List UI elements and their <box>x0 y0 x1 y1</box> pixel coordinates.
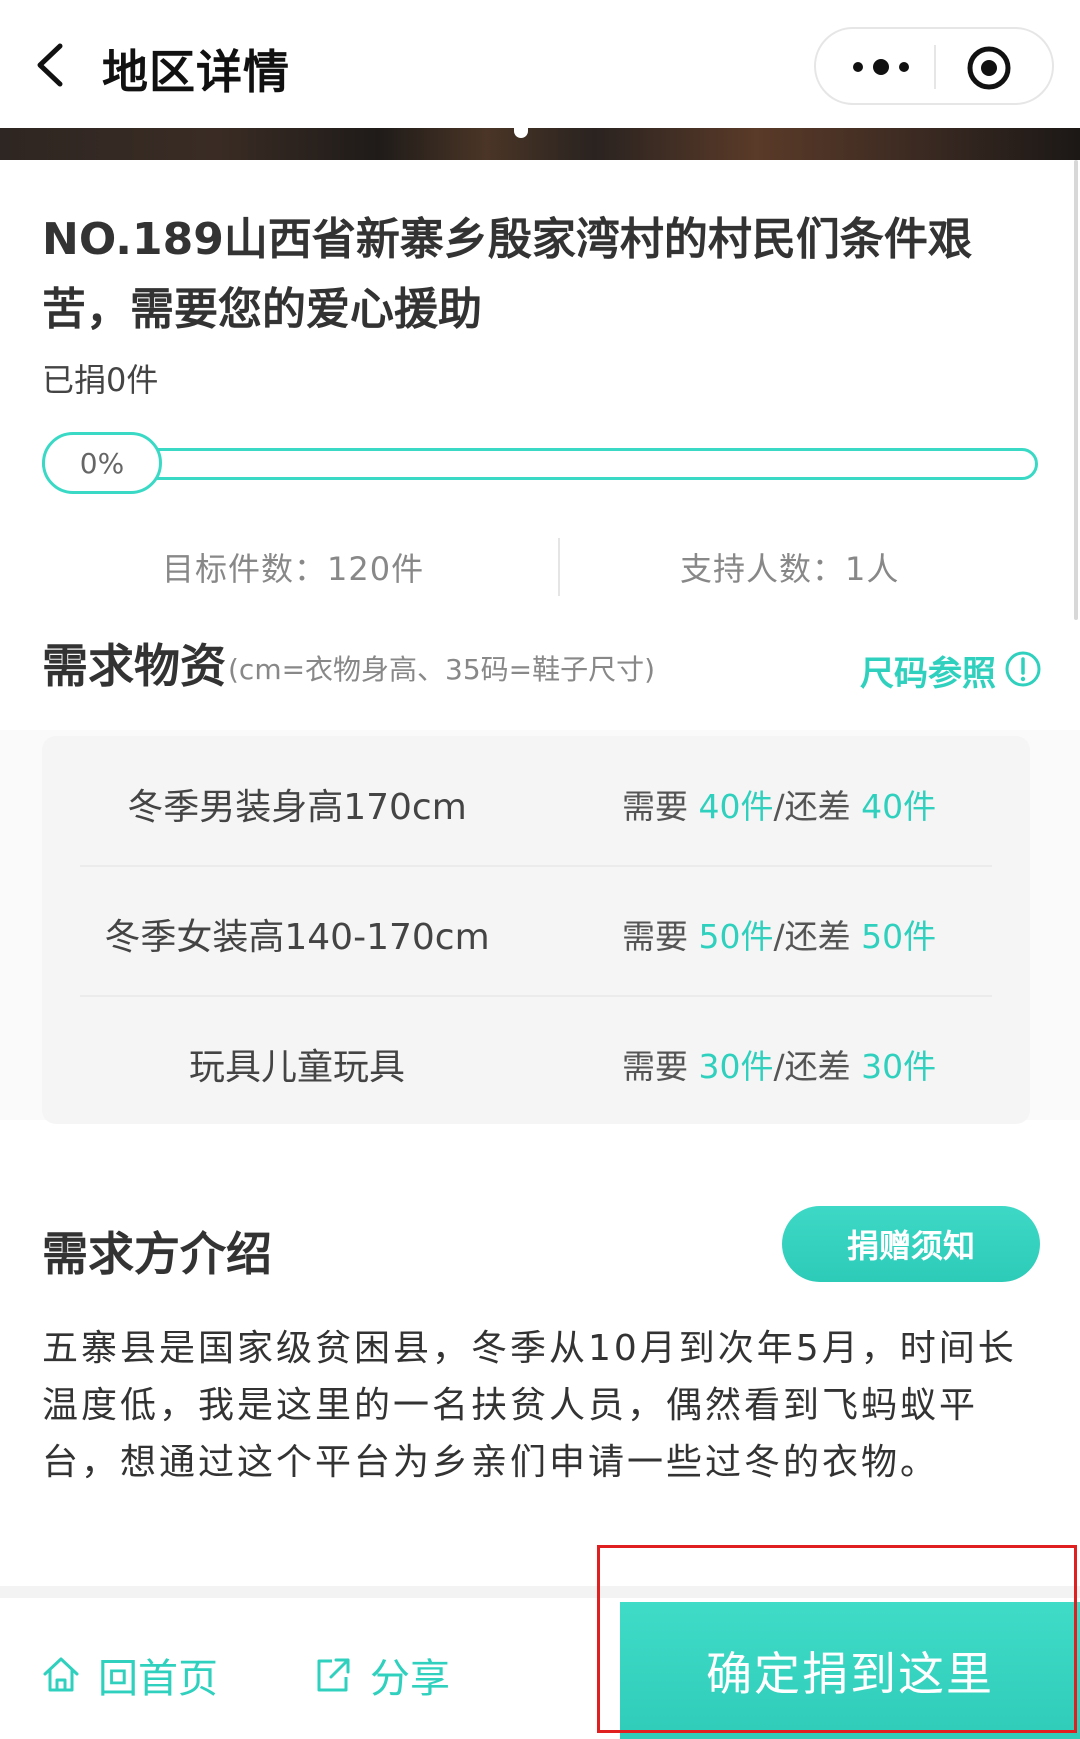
remain-label: /还差 <box>773 1047 862 1086</box>
remain-count: 30件 <box>861 1047 937 1086</box>
need-label: 需要 <box>622 1047 699 1086</box>
list-item: 冬季男装身高170cm 需要 40件/还差 40件 <box>42 736 1030 866</box>
remain-count: 40件 <box>861 787 937 826</box>
need-count: 50件 <box>698 917 774 956</box>
donated-count: 已捐0件 <box>42 361 159 399</box>
list-item: 冬季女装高140-170cm 需要 50件/还差 50件 <box>42 866 1030 996</box>
info-icon[interactable] <box>1004 650 1042 688</box>
remain-label: /还差 <box>773 917 862 956</box>
supporter-count: 支持人数：1人 <box>680 550 900 588</box>
item-name: 冬季男装身高170cm <box>127 787 467 828</box>
remain-label: /还差 <box>773 787 862 826</box>
share-button[interactable]: 分享 <box>312 1650 450 1702</box>
target-icon[interactable] <box>964 43 1014 93</box>
nav-header: 地区详情 <box>0 0 1080 128</box>
confirm-donate-button[interactable]: 确定捐到这里 <box>620 1602 1080 1739</box>
chevron-left-icon[interactable] <box>32 40 72 90</box>
stats-divider <box>558 538 560 596</box>
banner-image <box>0 128 1080 160</box>
item-name: 玩具儿童玩具 <box>188 1047 405 1088</box>
page-title: 地区详情 <box>102 45 290 99</box>
list-item: 玩具儿童玩具 需要 30件/还差 30件 <box>42 996 1030 1126</box>
home-button[interactable]: 回首页 <box>40 1650 218 1702</box>
share-label: 分享 <box>370 1656 450 1702</box>
share-icon <box>317 1658 350 1692</box>
donation-notice-button[interactable]: 捐赠须知 <box>782 1206 1040 1282</box>
progress-bar <box>42 448 1038 480</box>
item-name: 冬季女装高140-170cm <box>104 917 490 958</box>
size-reference-link[interactable]: 尺码参照 <box>860 646 996 695</box>
needs-title: 需求物资 <box>42 639 226 693</box>
project-title: NO.189山西省新寨乡殷家湾村的村民们条件艰苦，需要您的爱心援助 <box>42 214 972 335</box>
remain-count: 50件 <box>861 917 937 956</box>
intro-text: 五寨县是国家级贫困县，冬季从10月到次年5月，时间长温度低，我是这里的一名扶贫人… <box>42 1328 1017 1483</box>
target-count: 目标件数：120件 <box>162 550 425 588</box>
capsule-divider <box>934 45 936 89</box>
needs-note: (cm=衣物身高、35码=鞋子尺寸) <box>228 653 656 686</box>
needs-list: 冬季男装身高170cm 需要 40件/还差 40件 冬季女装高140-170cm… <box>42 736 1030 1124</box>
need-label: 需要 <box>622 917 699 956</box>
item-quantity: 需要 50件/还差 50件 <box>622 910 936 958</box>
item-quantity: 需要 40件/还差 40件 <box>622 780 936 828</box>
home-icon <box>43 1657 79 1692</box>
need-count: 30件 <box>698 1047 774 1086</box>
mini-program-capsule <box>814 27 1054 105</box>
bottom-divider <box>0 1586 1080 1598</box>
need-count: 40件 <box>698 787 774 826</box>
progress-percent: 0% <box>42 432 162 494</box>
scrollbar[interactable] <box>1074 160 1078 620</box>
item-quantity: 需要 30件/还差 30件 <box>622 1040 936 1088</box>
more-dots-icon[interactable] <box>846 49 916 85</box>
need-label: 需要 <box>622 787 699 826</box>
intro-title: 需求方介绍 <box>42 1227 272 1281</box>
home-label: 回首页 <box>98 1656 218 1702</box>
